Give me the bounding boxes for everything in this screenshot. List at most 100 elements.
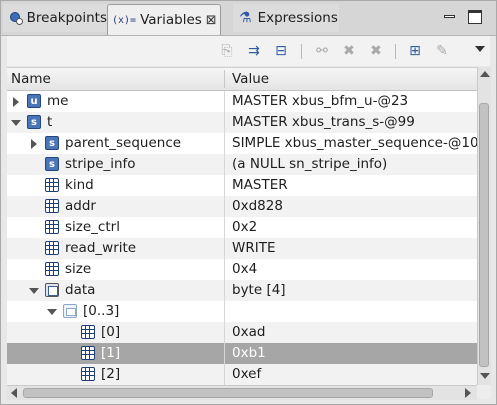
struct-instance-icon: s: [45, 157, 59, 171]
show-logical-structure-icon: ⇉: [248, 43, 260, 59]
scroll-left-arrow-icon[interactable]: [11, 388, 17, 398]
remove-button[interactable]: ✖: [339, 41, 359, 61]
variable-value: byte [4]: [232, 282, 286, 298]
add-watch-expression-button[interactable]: ⊞: [405, 41, 425, 61]
scroll-corner: [477, 385, 491, 399]
horizontal-scrollbar[interactable]: [7, 385, 477, 400]
variable-name: read_write: [65, 240, 137, 256]
variable-name: size_ctrl: [65, 219, 120, 235]
column-header-value[interactable]: Value: [232, 71, 269, 87]
variable-name: stripe_info: [65, 156, 136, 172]
struct-instance-icon: s: [27, 115, 41, 129]
tree-row[interactable]: [0..3]: [7, 301, 477, 322]
expand-open-icon[interactable]: [11, 112, 21, 133]
variable-name: size: [65, 261, 92, 277]
tree-row[interactable]: s t MASTER xbus_trans_s-@99: [7, 112, 477, 133]
struct-instance-icon: s: [45, 136, 59, 150]
column-header-name[interactable]: Name: [11, 71, 51, 87]
field-icon: [45, 220, 59, 234]
icon-letter: s: [49, 137, 55, 149]
tree-row[interactable]: kind MASTER: [7, 175, 477, 196]
variable-value: 0xb1: [232, 345, 266, 361]
expand-open-icon[interactable]: [29, 280, 39, 301]
triangle-down-icon: [11, 119, 21, 126]
expand-open-icon[interactable]: [47, 301, 57, 322]
variable-name: [0]: [101, 324, 121, 340]
column-divider[interactable]: [224, 70, 225, 88]
scroll-down-arrow-icon[interactable]: [480, 373, 490, 379]
view-toolbar: ⎘ ⇉ ⊟ ⚯ ✖ ✖ ⊞ ✎: [7, 36, 490, 66]
watchpoint-icon: ⚯: [316, 43, 328, 59]
variable-name: [2]: [101, 366, 121, 382]
variable-name: parent_sequence: [65, 135, 182, 151]
variable-value: (a NULL sn_stripe_info): [232, 156, 388, 172]
variables-icon: (x)=: [112, 14, 137, 26]
variables-tree[interactable]: Name Value u me MASTER xbus_bfm_u-@23 s t MAS…: [7, 67, 477, 386]
variable-value: 0x2: [232, 219, 258, 235]
tree-row[interactable]: data byte [4]: [7, 280, 477, 301]
scroll-up-arrow-icon[interactable]: [480, 71, 490, 77]
tree-row[interactable]: [1] 0xb1: [7, 343, 477, 364]
list-icon: [45, 283, 59, 297]
tree-row[interactable]: u me MASTER xbus_bfm_u-@23: [7, 91, 477, 112]
collapse-all-button[interactable]: ⊟: [271, 41, 291, 61]
tab-variables[interactable]: (x)= Variables ⊠: [107, 4, 221, 35]
edit-watch-expression-icon: ✎: [436, 43, 448, 59]
tree-row[interactable]: s parent_sequence SIMPLE xbus_master_seque…: [7, 133, 477, 154]
icon-letter: s: [49, 158, 55, 170]
expressions-icon: ⚗: [239, 10, 252, 26]
unit-instance-icon: u: [27, 94, 41, 108]
variable-name: t: [47, 114, 53, 130]
vertical-scrollbar[interactable]: [477, 67, 491, 385]
scroll-right-arrow-icon[interactable]: [465, 388, 471, 398]
tree-row[interactable]: s stripe_info (a NULL sn_stripe_info): [7, 154, 477, 175]
variable-value: 0xad: [232, 324, 266, 340]
horizontal-scroll-thumb[interactable]: [23, 388, 433, 398]
expand-closed-icon[interactable]: [29, 133, 39, 154]
variable-name: data: [65, 282, 96, 298]
show-logical-structure-button[interactable]: ⇉: [244, 41, 264, 61]
remove-all-button[interactable]: ✖: [366, 41, 386, 61]
toggle-watchpoint-button[interactable]: ⚯: [312, 41, 332, 61]
breakpoints-icon: [9, 11, 23, 25]
toolbar-separator: [301, 44, 302, 59]
icon-letter: u: [30, 95, 38, 107]
variable-name: addr: [65, 198, 96, 214]
variable-name: me: [47, 93, 69, 109]
collapse-all-icon: ⊟: [275, 43, 287, 59]
minimize-button[interactable]: [443, 10, 457, 24]
variable-value: MASTER xbus_bfm_u-@23: [232, 93, 409, 109]
tree-row[interactable]: [2] 0xef: [7, 364, 477, 385]
edit-watch-expression-button[interactable]: ✎: [432, 41, 452, 61]
tab-expressions[interactable]: ⚗ Expressions: [233, 4, 339, 32]
variable-name: [1]: [101, 345, 121, 361]
tree-row[interactable]: size_ctrl 0x2: [7, 217, 477, 238]
triangle-right-icon: [13, 96, 19, 107]
close-icon[interactable]: ⊠: [206, 13, 217, 28]
show-type-names-button[interactable]: ⎘: [217, 41, 237, 61]
vertical-scroll-thumb[interactable]: [479, 103, 489, 367]
tab-label: Variables: [140, 12, 202, 28]
field-icon: [45, 262, 59, 276]
show-type-names-icon: ⎘: [221, 43, 233, 59]
variable-value: 0x4: [232, 261, 258, 277]
variable-value: MASTER xbus_trans_s-@99: [232, 114, 415, 130]
field-icon: [81, 367, 95, 381]
add-watch-expression-icon: ⊞: [409, 43, 421, 59]
view-menu-icon[interactable]: [475, 46, 485, 52]
toolbar-separator: [395, 44, 396, 59]
variable-name: [0..3]: [83, 303, 120, 319]
range-icon: [63, 304, 77, 318]
field-icon: [45, 199, 59, 213]
maximize-button[interactable]: [468, 10, 482, 24]
tree-row[interactable]: addr 0xd828: [7, 196, 477, 217]
column-divider-line: [224, 91, 225, 386]
tab-label: Breakpoints: [26, 10, 107, 26]
expand-closed-icon[interactable]: [11, 91, 21, 112]
table-header: Name Value: [7, 68, 477, 91]
tree-row[interactable]: [0] 0xad: [7, 322, 477, 343]
field-icon: [81, 325, 95, 339]
tab-breakpoints[interactable]: Breakpoints: [3, 4, 107, 32]
tree-row[interactable]: size 0x4: [7, 259, 477, 280]
tree-row[interactable]: read_write WRITE: [7, 238, 477, 259]
